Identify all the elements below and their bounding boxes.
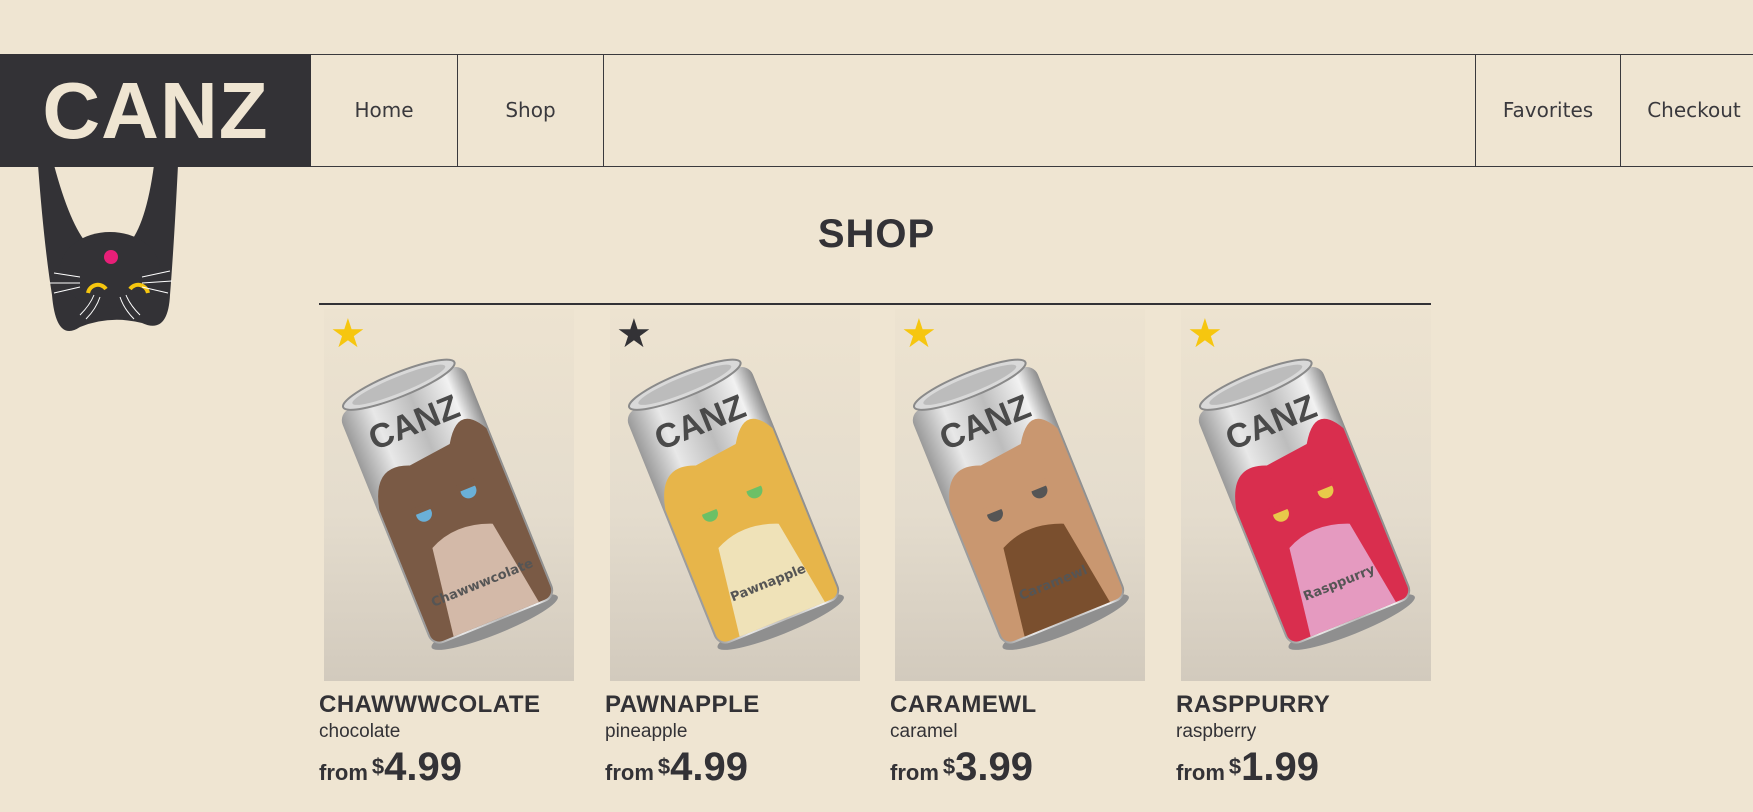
star-icon[interactable]: ★ [330,314,366,354]
star-icon[interactable]: ★ [901,314,937,354]
product-name[interactable]: RASPPURRY [1176,691,1431,719]
star-icon[interactable]: ★ [1187,314,1223,354]
product-price: from $1.99 [1176,745,1431,790]
price-prefix: from [890,760,939,785]
price-currency: $ [942,754,956,779]
can-image-pawnapple: CANZPawnapple [627,358,844,650]
price-prefix: from [1176,760,1225,785]
product-flavor: chocolate [319,721,401,742]
product-flavor: raspberry [1176,721,1257,742]
price-currency: $ [371,754,385,779]
product-flavor: pineapple [605,721,688,742]
price-prefix: from [319,760,368,785]
price-amount: 3.99 [955,745,1033,789]
product-name[interactable]: CHAWWWCOLATE [319,691,574,719]
divider [319,303,1431,305]
nav-favorites-link[interactable]: Favorites [1475,54,1621,167]
can-image-chawwwcolate: CANZChawwwcolate [341,358,558,650]
price-currency: $ [657,754,671,779]
product-price: from $4.99 [319,745,574,790]
product-image[interactable]: CANZ Chawwwcolate ★ [324,309,574,681]
product-card-rasppurry[interactable]: CANZ Rasppurry ★ RASPPURRY raspberry from… [1176,309,1431,790]
product-card-chawwwcolate[interactable]: CANZ Chawwwcolate ★ CHAWWWCOLATE chocolat… [319,309,574,790]
price-currency: $ [1228,754,1242,779]
product-image[interactable]: CANZ Rasppurry ★ [1181,309,1431,681]
can-image-caramewl: CANZCaramewl [912,358,1129,650]
price-amount: 4.99 [384,745,462,789]
product-card-pawnapple[interactable]: CANZ Pawnapple ★ PAWNAPPLE pineapple from… [605,309,860,790]
nav-checkout-link[interactable]: Checkout [1621,54,1753,167]
product-price: from $4.99 [605,745,860,790]
product-price: from $3.99 [890,745,1145,790]
price-prefix: from [605,760,654,785]
nav-shop-link[interactable]: Shop [458,54,604,167]
logo[interactable]: CANZ [0,54,311,167]
nav-home-link[interactable]: Home [311,54,458,167]
product-image[interactable]: CANZ Caramewl ★ [895,309,1145,681]
page-title: SHOP [817,212,936,256]
product-name[interactable]: CARAMEWL [890,691,1145,719]
cat-mascot-icon [38,165,178,331]
can-image-rasppurry: CANZRasppurry [1198,358,1415,650]
star-icon[interactable]: ★ [616,314,652,354]
price-amount: 4.99 [670,745,748,789]
price-amount: 1.99 [1241,745,1319,789]
product-card-caramewl[interactable]: CANZ Caramewl ★ CARAMEWL caramel from $3.9… [890,309,1145,790]
product-flavor: caramel [890,721,958,742]
product-name[interactable]: PAWNAPPLE [605,691,860,719]
product-image[interactable]: CANZ Pawnapple ★ [610,309,860,681]
